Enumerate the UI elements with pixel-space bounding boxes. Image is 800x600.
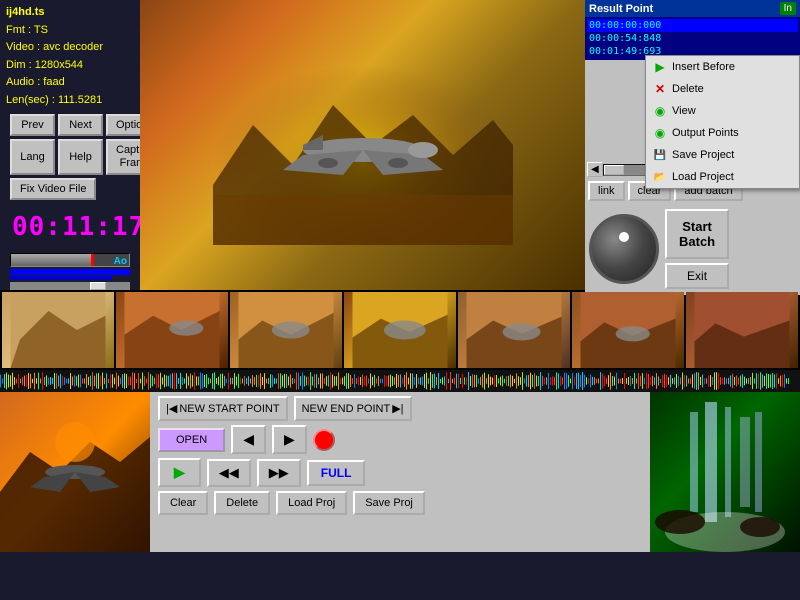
bottom-controls: |◀ NEW START POINT NEW END POINT ▶| OPEN… <box>150 392 650 552</box>
timecode-entry-1[interactable]: 00:00:54:848 <box>587 32 798 45</box>
len-line: Len(sec) : 111.5281 <box>6 92 134 110</box>
thumbnail-0[interactable] <box>2 292 114 368</box>
knob-indicator <box>619 232 629 242</box>
point-buttons-row: |◀ NEW START POINT NEW END POINT ▶| <box>158 396 642 421</box>
lang-button[interactable]: Lang <box>10 139 55 175</box>
scroll-thumb[interactable] <box>90 282 106 290</box>
insert-before-menu-item[interactable]: ▶ Insert Before <box>646 56 799 78</box>
view-menu-item[interactable]: ◉ View <box>646 100 799 122</box>
exit-button[interactable]: Exit <box>665 263 729 289</box>
start-batch-button[interactable]: StartBatch <box>665 209 729 259</box>
output-points-menu-item[interactable]: ◉ Output Points <box>646 122 799 144</box>
output-icon: ◉ <box>652 125 668 141</box>
save-icon: 💾 <box>652 147 668 163</box>
load-project-label: Load Project <box>672 171 734 183</box>
right-panel: Result Point In 00:00:00:000 00:00:54:84… <box>585 0 800 290</box>
knob-area: StartBatch Exit <box>585 203 800 295</box>
thumbnail-2[interactable] <box>230 292 342 368</box>
audio-line: Audio : faad <box>6 74 134 92</box>
new-start-point-button[interactable]: |◀ NEW START POINT <box>158 396 288 421</box>
timecode-entry-0[interactable]: 00:00:00:000 <box>587 19 798 32</box>
scroll-left-button[interactable]: ◀ <box>587 162 603 177</box>
delete-menu-item[interactable]: ✕ Delete <box>646 78 799 100</box>
record-button[interactable] <box>313 429 335 451</box>
progress-bar[interactable]: Ao <box>10 253 130 267</box>
info-panel: ij4hd.ts Fmt : TS Video : avc decoder Di… <box>0 0 140 290</box>
start-arrow-icon: |◀ <box>166 402 177 415</box>
progress-fill <box>11 254 91 266</box>
top-section: ij4hd.ts Fmt : TS Video : avc decoder Di… <box>0 0 800 290</box>
scroll-thumb-h <box>604 165 624 175</box>
progress-marker <box>91 254 94 266</box>
playback-row-1: OPEN ◀ ▶ <box>158 425 642 454</box>
thumbnail-6[interactable] <box>686 292 798 368</box>
thumbnail-4[interactable] <box>458 292 570 368</box>
save-project-label: Save Project <box>672 149 734 161</box>
airplane-svg <box>213 45 513 245</box>
bottom-right-thumbnail <box>650 392 800 552</box>
fast-fwd-button[interactable]: ▶▶ <box>257 459 301 487</box>
bottom-left-video <box>0 392 150 552</box>
batch-exit-buttons: StartBatch Exit <box>663 207 731 291</box>
timecode-display: 00:11:17:952 <box>6 203 134 253</box>
thumbnail-5[interactable] <box>572 292 684 368</box>
progress-area: Ao <box>6 253 134 292</box>
playback-row-2: ▶ ◀◀ ▶▶ FULL <box>158 458 642 487</box>
volume-knob[interactable] <box>589 214 659 284</box>
scroll-bar[interactable] <box>10 282 130 290</box>
load-proj-button[interactable]: Load Proj <box>276 491 347 515</box>
in-button[interactable]: In <box>780 2 796 15</box>
timecode-list: 00:00:00:000 00:00:54:848 00:01:49:693 <box>585 17 800 60</box>
waveform-svg: // Will be rendered inline <box>0 370 800 392</box>
bottom-left-thumbnail <box>0 392 150 552</box>
load-icon: 📂 <box>652 169 668 185</box>
video-frame <box>140 0 585 290</box>
new-end-point-button[interactable]: NEW END POINT ▶| <box>294 396 412 421</box>
bottom-right-video <box>650 392 800 552</box>
save-project-menu-item[interactable]: 💾 Save Project <box>646 144 799 166</box>
waveform-strip: // Will be rendered inline <box>0 370 800 392</box>
insert-icon: ▶ <box>652 59 668 75</box>
thumbnail-strip <box>0 290 800 370</box>
delete-button[interactable]: Delete <box>214 491 270 515</box>
clear-bottom-button[interactable]: Clear <box>158 491 208 515</box>
prev-button[interactable]: Prev <box>10 114 55 136</box>
delete-label: Delete <box>672 83 704 95</box>
play-button[interactable]: ▶ <box>158 458 201 487</box>
next-button[interactable]: Next <box>58 114 103 136</box>
video-line: Video : avc decoder <box>6 39 134 57</box>
step-back-button[interactable]: ◀ <box>231 425 266 454</box>
view-label: View <box>672 105 696 117</box>
result-point-label: Result Point <box>589 3 653 15</box>
link-button[interactable]: link <box>588 181 625 201</box>
rewind-button[interactable]: ◀◀ <box>207 459 251 487</box>
output-points-label: Output Points <box>672 127 739 139</box>
fix-video-button[interactable]: Fix Video File <box>10 178 96 200</box>
end-arrow-icon: ▶| <box>392 402 403 415</box>
view-icon: ◉ <box>652 103 668 119</box>
file-buttons-row: Clear Delete Load Proj Save Proj <box>158 491 642 515</box>
ao-label: Ao <box>114 254 127 270</box>
save-proj-button[interactable]: Save Proj <box>353 491 425 515</box>
context-menu: ▶ Insert Before ✕ Delete ◉ View ◉ Output… <box>645 55 800 189</box>
thumbnail-1[interactable] <box>116 292 228 368</box>
delete-icon: ✕ <box>652 81 668 97</box>
bottom-section: |◀ NEW START POINT NEW END POINT ▶| OPEN… <box>0 392 800 552</box>
result-point-header: Result Point In <box>585 0 800 17</box>
insert-before-label: Insert Before <box>672 61 735 73</box>
left-buttons: Prev Next Options Lang Help CaptureFrame… <box>6 114 134 200</box>
open-button[interactable]: OPEN <box>158 428 225 452</box>
step-fwd-button[interactable]: ▶ <box>272 425 307 454</box>
blue-bar-2 <box>10 276 112 280</box>
blue-bar-1 <box>10 269 130 275</box>
dim-line: Dim : 1280x544 <box>6 57 134 75</box>
load-project-menu-item[interactable]: 📂 Load Project <box>646 166 799 188</box>
thumbnail-3[interactable] <box>344 292 456 368</box>
full-button[interactable]: FULL <box>307 460 366 486</box>
video-area <box>140 0 585 290</box>
fmt-line: Fmt : TS <box>6 22 134 40</box>
filename: ij4hd.ts <box>6 4 134 22</box>
help-button[interactable]: Help <box>58 139 103 175</box>
